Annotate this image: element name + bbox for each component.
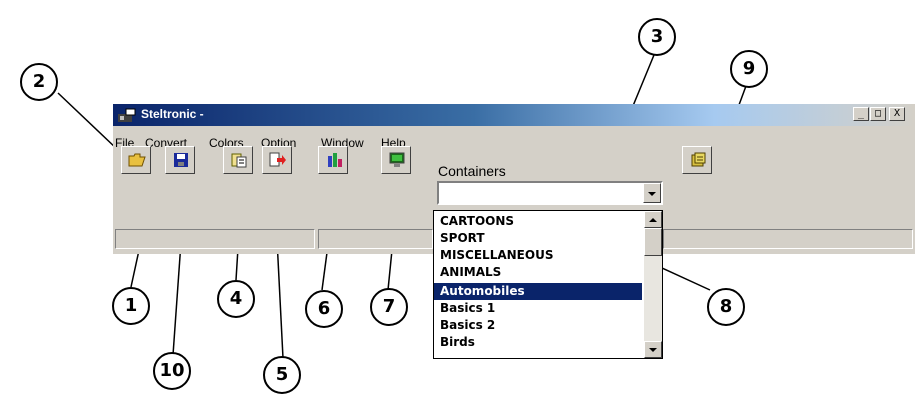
list-item[interactable]: Basics 1 [434,300,642,317]
list-item[interactable]: ANIMALS [434,264,642,281]
open-button[interactable] [121,146,151,174]
monitor-icon [389,152,405,167]
list-item[interactable]: SPORT [434,230,642,247]
status-pane-1 [115,229,315,249]
list-item-selected[interactable]: Automobiles [434,283,642,300]
containers-combobox[interactable] [437,181,663,205]
save-disk-icon [174,153,188,167]
status-pane-2 [318,229,433,249]
chevron-up-icon [649,218,657,222]
combo-dropdown-button[interactable] [643,183,661,203]
callout-1: 1 [112,287,150,325]
callout-2: 2 [20,63,58,101]
callout-7: 7 [370,288,408,326]
database-icon [691,152,706,167]
export-button[interactable] [262,146,292,174]
close-button[interactable]: X [889,107,905,121]
scroll-down-button[interactable] [644,341,662,358]
convert-icon [231,153,247,168]
export-arrow-icon [269,152,286,167]
list-item[interactable]: CARTOONS [434,213,642,230]
list-item[interactable]: MISCELLANEOUS [434,247,642,264]
chevron-down-icon [648,192,656,196]
list-item[interactable]: Birds [434,334,642,351]
callout-5: 5 [263,356,301,394]
save-button[interactable] [165,146,195,174]
callout-10: 10 [153,352,191,390]
maximize-button[interactable]: □ [870,107,886,121]
display-button[interactable] [381,146,411,174]
database-button[interactable] [682,146,712,174]
callout-9: 9 [730,50,768,88]
chevron-down-icon [649,348,657,352]
convert-button[interactable] [223,146,253,174]
callout-8: 8 [707,288,745,326]
title-bar[interactable]: Steltronic - _ □ X [113,104,915,126]
colors-bars-icon [328,153,342,167]
app-icon [118,108,136,122]
list-scrollbar[interactable] [644,211,662,358]
containers-dropdown-list[interactable]: CARTOONS SPORT MISCELLANEOUS ANIMALS Aut… [433,210,663,359]
containers-label: Containers [438,163,506,179]
scroll-thumb[interactable] [644,228,662,256]
status-pane-3 [663,229,913,249]
callout-3: 3 [638,18,676,56]
scroll-up-button[interactable] [644,211,662,228]
colors-button[interactable] [318,146,348,174]
callout-6: 6 [305,290,343,328]
callout-4: 4 [217,280,255,318]
window-title: Steltronic - [141,107,204,121]
minimize-button[interactable]: _ [853,107,869,121]
open-folder-icon [128,153,146,167]
list-item[interactable]: Basics 2 [434,317,642,334]
leader-2 [57,92,119,151]
